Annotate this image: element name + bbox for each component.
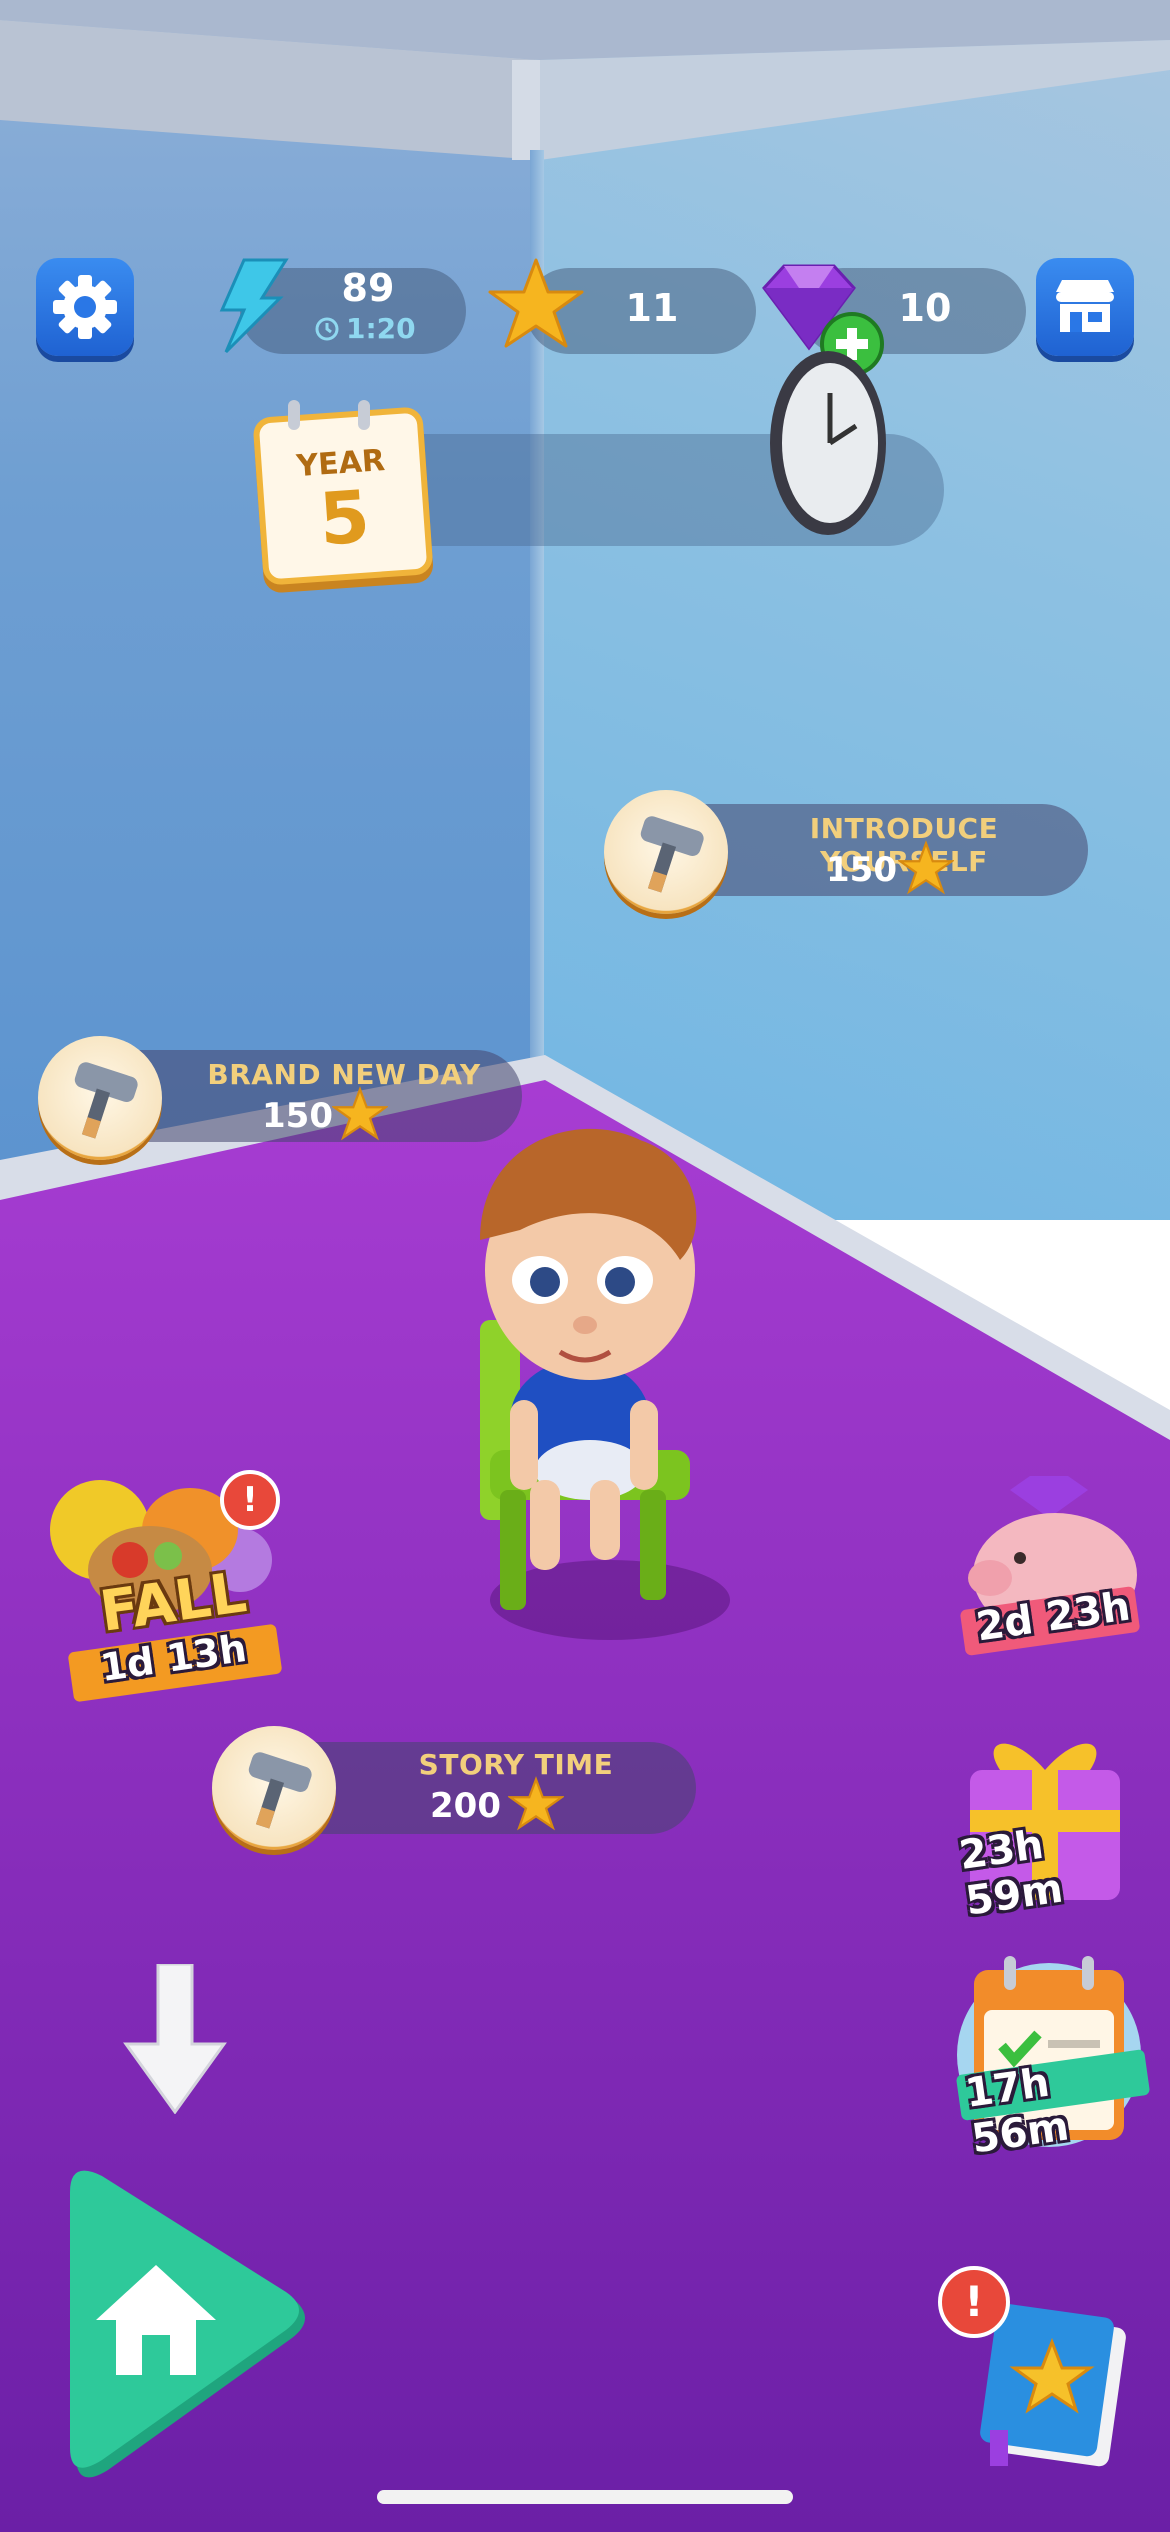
energy-value: 89: [341, 266, 395, 310]
energy-timer: 1:20: [346, 312, 416, 345]
star-icon: [898, 840, 954, 895]
home-indicator[interactable]: [377, 2490, 793, 2504]
year-number: 5: [316, 474, 373, 562]
alert-icon: !: [242, 1480, 258, 1520]
book-alert-badge: !: [938, 2266, 1010, 2338]
quest-reward: 200: [430, 1786, 501, 1826]
stars-value: 11: [625, 286, 679, 330]
fall-alert-badge: !: [220, 1470, 280, 1530]
home-button[interactable]: [56, 2160, 316, 2500]
energy-bolt-icon: [219, 258, 289, 354]
wall-clock: [770, 351, 886, 535]
daily-calendar-button[interactable]: 17h 56m: [944, 1950, 1154, 2162]
alert-icon: !: [964, 2277, 984, 2326]
clock-icon: [315, 317, 339, 341]
quest-icon[interactable]: [38, 1036, 162, 1160]
piggy-bank-button[interactable]: 2d 23h: [950, 1470, 1150, 1670]
settings-gear-icon: [53, 275, 117, 339]
calendar-ring: [358, 400, 370, 430]
baby-character[interactable]: [440, 1120, 740, 1660]
star-icon: [332, 1086, 388, 1141]
gems-value: 10: [898, 286, 952, 330]
calendar-ring: [288, 400, 300, 430]
quest-reward: 150: [262, 1096, 333, 1136]
quest-icon[interactable]: [212, 1726, 336, 1850]
hammer-icon: [248, 1752, 312, 1829]
hammer-icon: [640, 816, 704, 893]
gift-button[interactable]: 23h 59m: [940, 1720, 1150, 1925]
year-badge: YEAR 5: [252, 406, 434, 586]
settings-button[interactable]: [36, 258, 134, 356]
star-icon: [488, 258, 584, 348]
shop-button[interactable]: [1036, 258, 1134, 356]
star-icon: [508, 1776, 564, 1831]
down-arrow-icon: [123, 1964, 227, 2114]
home-play-button-shape: [70, 2170, 305, 2478]
quest-icon[interactable]: [604, 790, 728, 914]
hammer-icon: [74, 1062, 138, 1139]
quest-reward: 150: [826, 850, 897, 890]
shop-icon: [1056, 280, 1114, 332]
